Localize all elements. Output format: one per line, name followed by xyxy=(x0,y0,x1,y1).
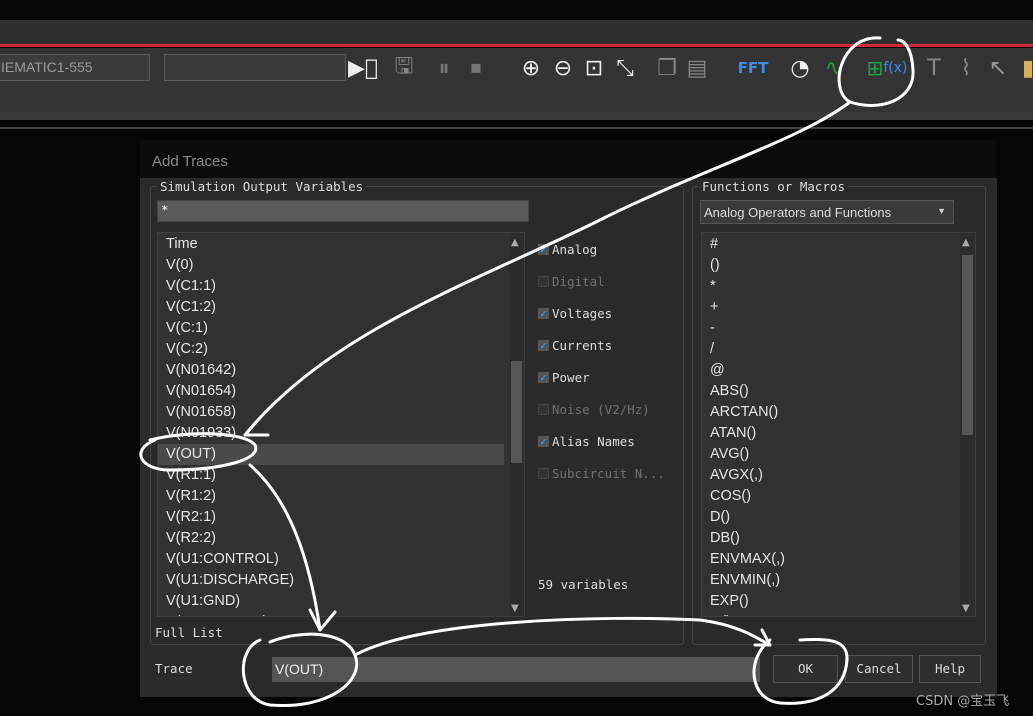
annotation-circle-toolbar xyxy=(837,36,915,107)
annotation-circle-vout xyxy=(139,432,258,472)
annotation-overlay xyxy=(139,36,915,708)
annotation-arrow-to-list xyxy=(243,100,852,437)
annotation-arrow-ok xyxy=(353,616,772,657)
annotation-circle-ok xyxy=(752,637,849,705)
annotation-circle-trace xyxy=(241,632,359,708)
annotation-arrow-down xyxy=(248,463,337,632)
